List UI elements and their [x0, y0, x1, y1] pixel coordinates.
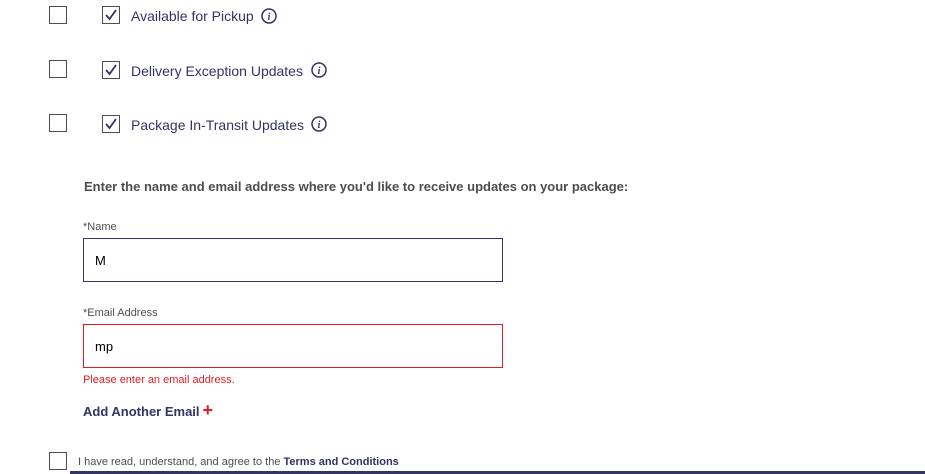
checkmark-icon: [105, 64, 117, 76]
info-icon[interactable]: i: [261, 8, 277, 24]
email-field[interactable]: [83, 324, 503, 368]
terms-text: I have read, understand, and agree to th…: [78, 456, 399, 468]
add-another-email-button[interactable]: Add Another Email +: [83, 401, 213, 419]
name-label: *Name: [83, 221, 117, 233]
info-icon[interactable]: i: [311, 62, 327, 78]
form-instruction: Enter the name and email address where y…: [84, 179, 629, 194]
option-label-intransit: Package In-Transit Updates: [131, 117, 305, 133]
svg-text:i: i: [318, 66, 321, 77]
checkmark-icon: [105, 9, 117, 21]
email-checkbox-exception[interactable]: [49, 60, 67, 78]
email-error-message: Please enter an email address.: [83, 374, 235, 386]
text-checkbox-exception[interactable]: [102, 61, 120, 79]
email-label: *Email Address: [83, 307, 158, 319]
checkmark-icon: [105, 118, 117, 130]
option-label-exception: Delivery Exception Updates: [131, 63, 303, 79]
terms-checkbox[interactable]: [49, 452, 67, 470]
plus-icon: +: [202, 400, 214, 420]
email-checkbox-intransit[interactable]: [49, 114, 67, 132]
email-checkbox-pickup[interactable]: [49, 6, 67, 24]
terms-link[interactable]: Terms and Conditions: [283, 456, 398, 468]
terms-prefix: I have read, understand, and agree to th…: [78, 456, 284, 468]
option-label-pickup: Available for Pickup: [131, 8, 254, 24]
add-email-label: Add Another Email: [83, 404, 200, 419]
svg-text:i: i: [318, 120, 321, 131]
text-checkbox-intransit[interactable]: [102, 115, 120, 133]
svg-text:i: i: [268, 12, 271, 23]
name-field[interactable]: [83, 238, 503, 282]
info-icon[interactable]: i: [311, 116, 327, 132]
text-checkbox-pickup[interactable]: [102, 6, 120, 24]
